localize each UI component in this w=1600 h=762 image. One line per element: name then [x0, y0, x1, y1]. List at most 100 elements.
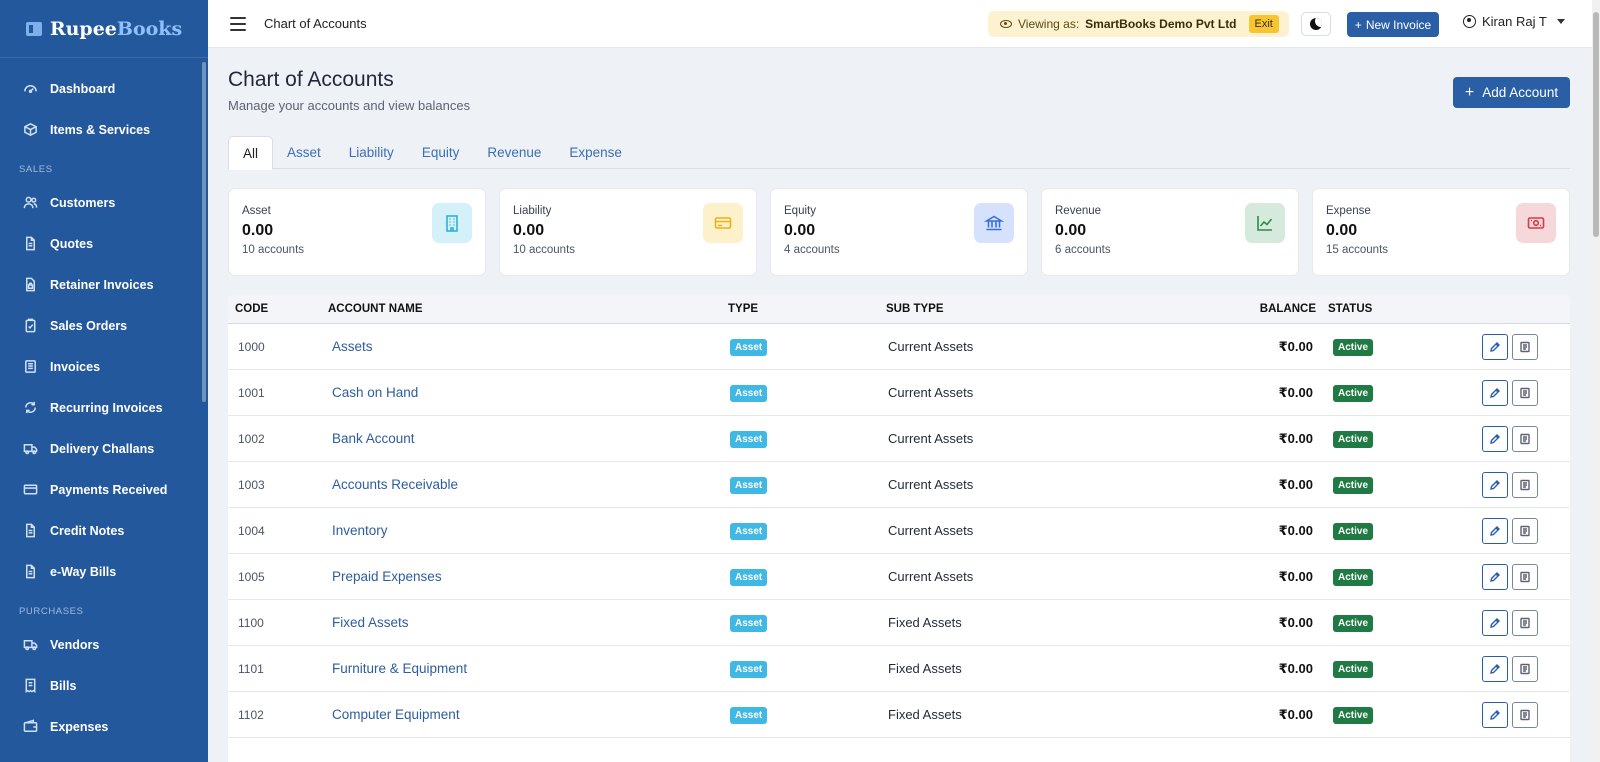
trend-up-icon: [1245, 203, 1285, 243]
tab-asset[interactable]: Asset: [273, 136, 335, 169]
account-name-link[interactable]: Cash on Hand: [328, 385, 728, 400]
ledger-button[interactable]: [1512, 471, 1538, 498]
dark-mode-toggle[interactable]: [1301, 12, 1331, 36]
sidebar-scrollbar[interactable]: [202, 62, 206, 402]
edit-button[interactable]: [1482, 701, 1508, 728]
sidebar-section-sales: SALES: [19, 164, 53, 175]
ledger-button[interactable]: [1512, 655, 1538, 682]
account-name-link[interactable]: Inventory: [328, 523, 728, 538]
tab-expense[interactable]: Expense: [555, 136, 636, 169]
account-name-link[interactable]: Computer Equipment: [328, 707, 728, 722]
sidebar-item-retainer-invoices[interactable]: Retainer Invoices: [0, 264, 208, 305]
ledger-button[interactable]: [1512, 563, 1538, 590]
sidebar-item-vendors[interactable]: Vendors: [0, 624, 208, 665]
cell-sub-type: Current Assets: [888, 569, 974, 584]
status-badge: Active: [1333, 476, 1374, 494]
tab-revenue[interactable]: Revenue: [473, 136, 555, 169]
ledger-icon: [1520, 709, 1530, 720]
sidebar-item-label: Dashboard: [50, 81, 116, 96]
user-menu[interactable]: Kiran Raj T: [1463, 14, 1565, 29]
edit-button[interactable]: [1482, 333, 1508, 360]
chevron-down-icon: [1556, 19, 1565, 24]
cell-status: Active: [1316, 660, 1426, 678]
edit-button[interactable]: [1482, 609, 1508, 636]
sidebar-item-quotes[interactable]: Quotes: [0, 223, 208, 264]
menu-icon[interactable]: [230, 16, 246, 31]
edit-button[interactable]: [1482, 655, 1508, 682]
sidebar-item-dashboard[interactable]: Dashboard: [0, 68, 208, 109]
account-name-link[interactable]: Accounts Receivable: [328, 477, 728, 492]
tab-all[interactable]: All: [228, 136, 274, 170]
sidebar-item-label: Delivery Challans: [50, 441, 155, 456]
row-actions: [1426, 609, 1570, 636]
page-subtitle: Manage your accounts and view balances: [228, 98, 471, 113]
sidebar-item-payments-received[interactable]: Payments Received: [0, 469, 208, 510]
brand-logo[interactable]: RupeeBooks: [0, 0, 208, 58]
summary-card-revenue[interactable]: Revenue 0.00 6 accounts: [1041, 188, 1299, 276]
cell-status: Active: [1316, 338, 1426, 356]
ledger-icon: [1520, 341, 1530, 352]
ledger-button[interactable]: [1512, 701, 1538, 728]
ledger-button[interactable]: [1512, 333, 1538, 360]
header-code[interactable]: CODE: [228, 303, 328, 315]
ledger-icon: [1520, 479, 1530, 490]
sidebar-item-recurring-invoices[interactable]: Recurring Invoices: [0, 387, 208, 428]
summary-card-liability[interactable]: Liability 0.00 10 accounts: [499, 188, 757, 276]
pencil-icon: [1490, 571, 1500, 582]
ledger-icon: [1520, 617, 1530, 628]
cell-sub-type: Current Assets: [888, 523, 974, 538]
sidebar-item-delivery-challans[interactable]: Delivery Challans: [0, 428, 208, 469]
account-name-link[interactable]: Prepaid Expenses: [328, 569, 728, 584]
page-scrollbar[interactable]: [1592, 0, 1600, 762]
row-actions: [1426, 563, 1570, 590]
sidebar-item-customers[interactable]: Customers: [0, 182, 208, 223]
type-badge: Asset: [730, 660, 768, 678]
sidebar-item-label: Payments Received: [50, 482, 168, 497]
tab-liability[interactable]: Liability: [335, 136, 408, 169]
sidebar-item-items-services[interactable]: Items & Services: [0, 109, 208, 150]
cell-balance: ₹0.00: [1278, 384, 1313, 400]
edit-button[interactable]: [1482, 471, 1508, 498]
header-type[interactable]: TYPE: [728, 303, 886, 315]
summary-card-asset[interactable]: Asset 0.00 10 accounts: [228, 188, 486, 276]
exit-button[interactable]: Exit: [1248, 15, 1279, 33]
add-account-button[interactable]: + Add Account: [1453, 77, 1570, 108]
cell-sub-type: Fixed Assets: [888, 615, 962, 630]
summary-card-expense[interactable]: Expense 0.00 15 accounts: [1312, 188, 1570, 276]
sidebar-item-sales-orders[interactable]: Sales Orders: [0, 305, 208, 346]
sidebar-item-e-way-bills[interactable]: e-Way Bills: [0, 551, 208, 592]
pencil-icon: [1490, 479, 1500, 490]
status-badge: Active: [1333, 568, 1374, 586]
book-icon: [25, 21, 42, 36]
account-name-link[interactable]: Assets: [328, 339, 728, 354]
summary-card-equity[interactable]: Equity 0.00 4 accounts: [770, 188, 1028, 276]
sidebar-item-label: Bills: [50, 678, 77, 693]
account-name-link[interactable]: Fixed Assets: [328, 615, 728, 630]
tab-equity[interactable]: Equity: [408, 136, 474, 169]
cell-status: Active: [1316, 476, 1426, 494]
edit-button[interactable]: [1482, 563, 1508, 590]
sidebar: RupeeBooks Dashboard Items & Services SALE…: [0, 0, 208, 762]
edit-button[interactable]: [1482, 517, 1508, 544]
sidebar-item-bills[interactable]: Bills: [0, 665, 208, 706]
account-name-link[interactable]: Furniture & Equipment: [328, 661, 728, 676]
edit-button[interactable]: [1482, 379, 1508, 406]
sidebar-item-credit-notes[interactable]: Credit Notes: [0, 510, 208, 551]
ledger-button[interactable]: [1512, 379, 1538, 406]
cell-code: 1003: [238, 477, 265, 492]
sidebar-item-expenses[interactable]: Expenses: [0, 706, 208, 747]
account-name-link[interactable]: Bank Account: [328, 431, 728, 446]
edit-button[interactable]: [1482, 425, 1508, 452]
header-balance[interactable]: BALANCE: [1148, 303, 1316, 315]
ledger-button[interactable]: [1512, 609, 1538, 636]
scrollbar-thumb[interactable]: [1593, 12, 1599, 237]
ledger-button[interactable]: [1512, 425, 1538, 452]
invoice-icon: [22, 359, 38, 375]
sidebar-item-invoices[interactable]: Invoices: [0, 346, 208, 387]
header-sub-type[interactable]: SUB TYPE: [886, 303, 1148, 315]
header-status[interactable]: STATUS: [1316, 303, 1426, 315]
new-invoice-button[interactable]: + New Invoice: [1347, 12, 1439, 37]
ledger-button[interactable]: [1512, 517, 1538, 544]
header-account-name[interactable]: ACCOUNT NAME: [328, 303, 728, 315]
cell-type: Asset: [728, 384, 886, 402]
